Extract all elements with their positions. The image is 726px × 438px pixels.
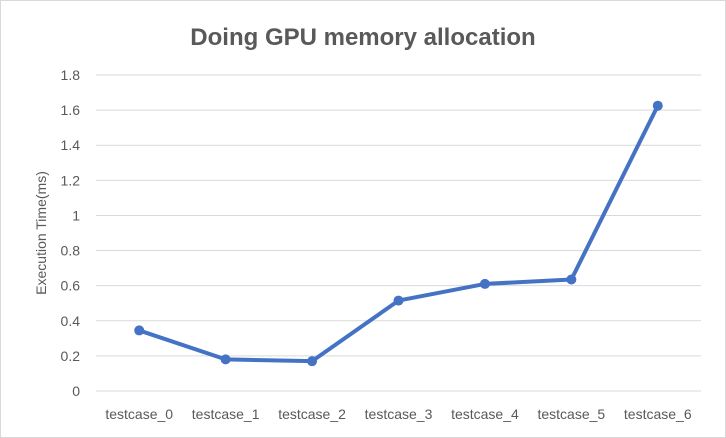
x-axis-tick-labels: testcase_0 testcase_1 testcase_2 testcase_3… xyxy=(105,406,691,422)
y-tick-label: 1.8 xyxy=(61,67,81,83)
data-point-testcase_2 xyxy=(307,356,318,367)
x-tick-label: testcase_2 xyxy=(278,406,346,422)
chart-area: Doing GPU memory allocation 0 0.2 0.4 0.6 0.… xyxy=(0,0,726,438)
series-line-layer xyxy=(137,103,660,364)
y-axis-tick-labels: 0 0.2 0.4 0.6 0.8 1 1.2 1.4 1.6 1.8 xyxy=(61,67,81,399)
y-axis-title: Execution Time(ms) xyxy=(33,171,49,295)
y-tick-label: 0.4 xyxy=(61,313,81,329)
x-tick-label: testcase_5 xyxy=(537,406,605,422)
data-point-testcase_3 xyxy=(393,295,404,306)
y-tick-label: 0.6 xyxy=(61,278,81,294)
series-line xyxy=(137,103,660,364)
x-tick-label: testcase_4 xyxy=(451,406,519,422)
data-points xyxy=(134,100,663,367)
data-point-testcase_5 xyxy=(566,274,577,285)
data-point-testcase_0 xyxy=(134,325,145,336)
x-tick-label: testcase_3 xyxy=(365,406,433,422)
line-chart: Doing GPU memory allocation 0 0.2 0.4 0.6 0.… xyxy=(33,24,701,422)
y-tick-label: 0.2 xyxy=(61,348,81,364)
data-point-testcase_4 xyxy=(479,278,490,289)
y-tick-label: 1.6 xyxy=(61,102,81,118)
data-point-testcase_6 xyxy=(652,100,663,111)
y-tick-label: 1 xyxy=(72,207,80,223)
x-tick-label: testcase_1 xyxy=(192,406,260,422)
y-tick-label: 0 xyxy=(72,383,80,399)
chart-title: Doing GPU memory allocation xyxy=(190,24,535,51)
gridlines xyxy=(96,74,701,392)
data-point-testcase_1 xyxy=(220,354,231,365)
y-tick-label: 1.4 xyxy=(61,137,81,153)
x-tick-label: testcase_6 xyxy=(624,406,692,422)
x-tick-label: testcase_0 xyxy=(105,406,173,422)
y-tick-label: 1.2 xyxy=(61,172,81,188)
y-tick-label: 0.8 xyxy=(61,243,81,259)
